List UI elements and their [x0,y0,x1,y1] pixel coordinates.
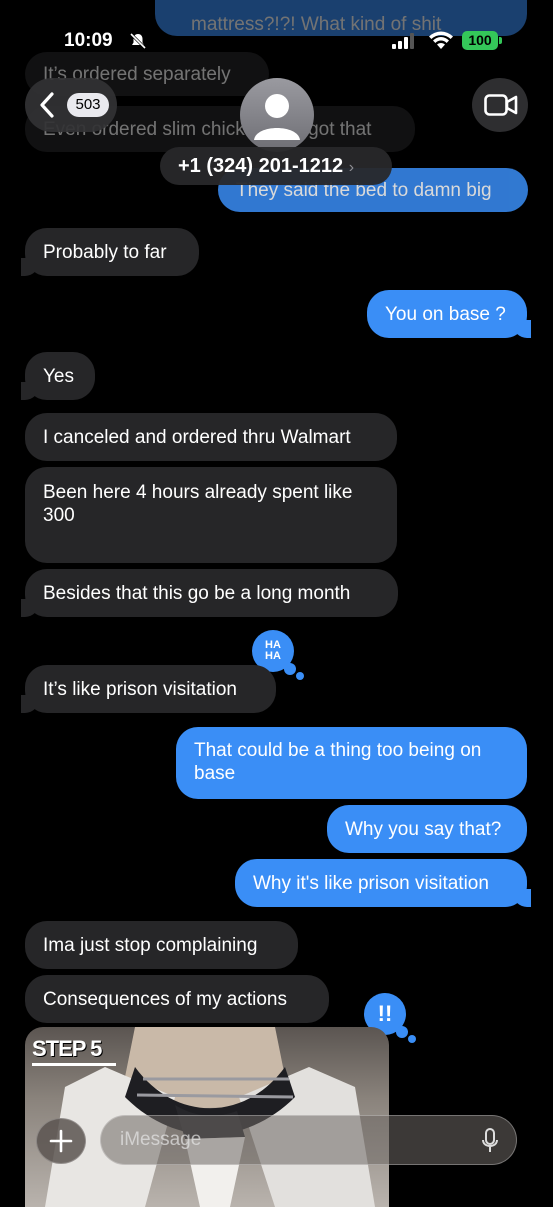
chevron-left-icon [39,91,55,124]
unread-count-badge: 503 [67,93,109,117]
received-message[interactable]: Besides that this go be a long month [21,569,398,617]
message-text: That could be a thing too being on base [194,740,482,784]
sent-message[interactable]: Why it's like prison visitation [235,859,531,907]
tapback-tail [408,1035,416,1043]
message-text: I canceled and ordered thru Walmart [43,426,351,448]
status-bar: 10:09 100 [0,0,553,80]
message-text: Probably to far [43,241,167,263]
silent-bell-icon [128,31,148,56]
message-text: Been here 4 hours already spent like 300 [43,482,353,526]
received-message[interactable]: Yes [21,352,95,400]
message-input[interactable]: iMessage [100,1115,517,1165]
battery-icon: 100 [462,31,498,50]
message-text: Besides that this go be a long month [43,582,351,604]
add-attachment-button[interactable] [36,1118,86,1164]
received-message[interactable]: Probably to far [21,228,199,276]
video-call-button[interactable] [472,78,528,132]
tapback-tail [284,663,296,675]
sent-message[interactable]: That could be a thing too being on base [176,727,527,799]
signal-icon [392,33,418,54]
microphone-icon[interactable] [481,1128,499,1159]
person-icon [240,78,314,152]
received-message[interactable]: Been here 4 hours already spent like 300 [25,467,397,563]
unread-count: 503 [75,96,101,113]
sent-message[interactable]: You on base ? [367,290,531,338]
received-message[interactable]: Ima just stop complaining [25,921,298,969]
double-exclamation-icon: !! [377,1001,393,1026]
tapback-tail [396,1026,408,1038]
message-text: Ima just stop complaining [43,934,258,956]
received-message[interactable]: It’s like prison visitation [21,665,276,713]
clock: 10:09 [64,30,113,51]
wifi-icon [428,30,454,55]
message-text: It’s like prison visitation [43,678,237,700]
battery-level: 100 [468,32,492,48]
message-input-placeholder: iMessage [120,1129,202,1150]
image-caption: STEP 5 [32,1036,102,1061]
battery-cap [499,37,502,44]
video-camera-icon [484,94,518,121]
message-text: Consequences of my actions [43,988,287,1010]
message-text: Yes [43,365,74,387]
chevron-right-icon: › [348,159,355,176]
received-message[interactable]: I canceled and ordered thru Walmart [25,413,397,461]
contact-avatar[interactable] [240,78,314,152]
back-button[interactable]: 503 [25,78,117,132]
message-text: Why you say that? [345,818,502,840]
message-text: Why it's like prison visitation [253,872,489,894]
sent-message[interactable]: Why you say that? [327,805,527,853]
contact-name-pill[interactable]: +1 (324) 201-1212 › [160,147,392,185]
plus-icon [49,1129,73,1158]
caption-underline [32,1063,116,1066]
contact-number: +1 (324) 201-1212 [178,155,344,177]
message-text: You on base ? [385,303,506,325]
tapback-tail [296,672,304,680]
haha-icon: HA HA [265,639,281,662]
received-message[interactable]: Consequences of my actions [25,975,329,1023]
